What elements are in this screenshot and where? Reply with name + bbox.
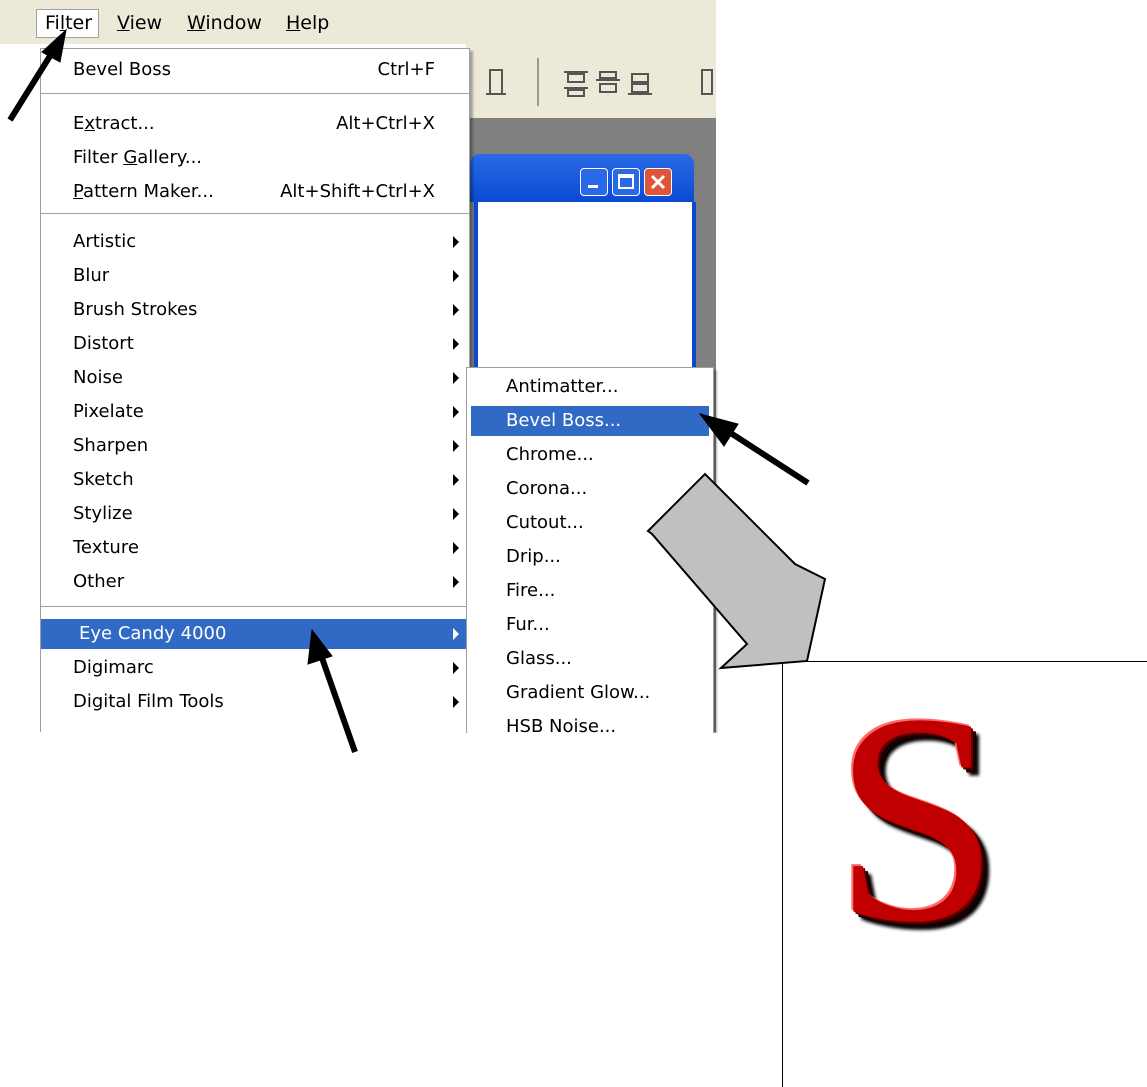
- annotation-overlay: [7, 28, 827, 753]
- arrow-to-eye-candy-icon: [307, 628, 358, 753]
- arrow-to-filter-menu-icon: [7, 28, 67, 122]
- large-gray-arrow-icon: [646, 472, 827, 670]
- arrow-to-bevel-boss-icon: [698, 413, 810, 486]
